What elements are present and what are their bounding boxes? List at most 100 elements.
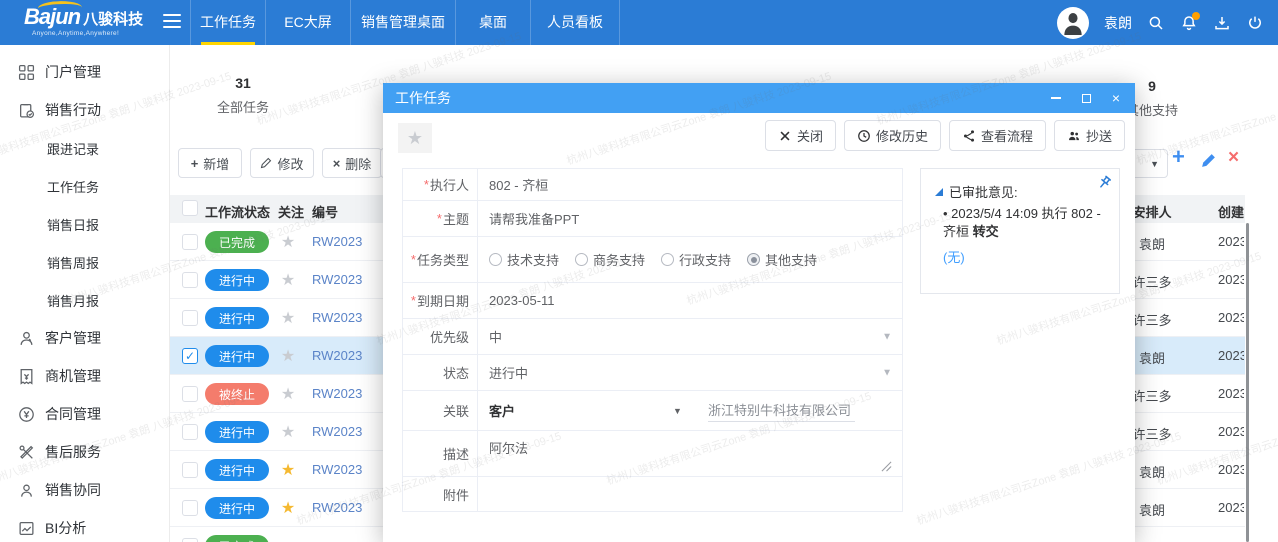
approval-title: 已审批意见: xyxy=(949,182,1018,201)
col-follow[interactable]: 关注 xyxy=(278,202,304,221)
col-created[interactable]: 创建时间 xyxy=(1218,202,1244,221)
nav-tab-5[interactable]: 人员看板 xyxy=(530,0,620,45)
row-checkbox[interactable]: ✓ xyxy=(182,348,198,364)
collapse-triangle-icon[interactable] xyxy=(935,188,943,196)
sidebar-item-3[interactable]: 客户管理 xyxy=(0,319,169,357)
radio-other-support[interactable]: 其他支持 xyxy=(747,250,817,269)
view-flow-button[interactable]: 查看流程 xyxy=(949,120,1046,151)
follow-star-icon[interactable]: ★ xyxy=(276,308,300,328)
quick-edit-icon[interactable] xyxy=(1200,152,1217,174)
maximize-button[interactable] xyxy=(1079,91,1093,105)
modal-titlebar[interactable]: 工作任务 × xyxy=(383,83,1135,113)
sidebar-item-2[interactable]: 销售行动 xyxy=(0,91,169,129)
sidebar-subitem-4[interactable]: 销售周报 xyxy=(0,243,169,281)
task-code-link[interactable]: RW2023 xyxy=(312,272,362,287)
table-scrollbar[interactable] xyxy=(1246,223,1249,542)
download-icon[interactable] xyxy=(1213,14,1231,32)
sidebar-item-5[interactable]: 合同管理 xyxy=(0,395,169,433)
task-code-link[interactable]: RW2023 xyxy=(312,310,362,325)
sidebar-item-7[interactable]: 销售协同 xyxy=(0,471,169,509)
task-code-link[interactable]: RW2023 xyxy=(312,348,362,363)
follow-star-icon[interactable]: ★ xyxy=(276,384,300,404)
resize-handle-icon[interactable] xyxy=(881,461,892,472)
sidebar-item-6[interactable]: 售后服务 xyxy=(0,433,169,471)
brand-name-cn: 八骏科技 xyxy=(83,8,143,29)
sidebar-subitem-1[interactable]: 跟进记录 xyxy=(0,129,169,167)
due-date-field[interactable]: 2023-05-11 xyxy=(478,283,902,318)
executor-field[interactable]: 802 - 齐桓 xyxy=(478,169,902,200)
sidebar-item-8[interactable]: BI分析 xyxy=(0,509,169,542)
follow-star-icon[interactable]: ★ xyxy=(276,498,300,518)
task-code-link[interactable]: RW2023 xyxy=(312,424,362,439)
follow-star-icon[interactable]: ★ xyxy=(276,460,300,480)
sidebar-subitem-2[interactable]: 工作任务 xyxy=(0,167,169,205)
row-checkbox[interactable] xyxy=(182,234,198,250)
nav-tab-4[interactable]: 桌面 xyxy=(455,0,530,45)
quick-add-icon[interactable]: + xyxy=(1172,144,1185,170)
nav-tab-2[interactable]: EC大屏 xyxy=(265,0,350,45)
relation-type-select[interactable]: 客户 xyxy=(489,401,515,420)
status-badge: 进行中 xyxy=(205,307,269,329)
cc-button[interactable]: 抄送 xyxy=(1054,120,1125,151)
username[interactable]: 袁朗 xyxy=(1104,13,1132,33)
task-code-link[interactable]: RW2023 xyxy=(312,462,362,477)
close-window-icon[interactable]: × xyxy=(1109,91,1123,105)
created-cell: 2023- xyxy=(1218,348,1244,363)
task-code-link[interactable]: RW2023 xyxy=(312,234,362,249)
relation-company-input[interactable]: 浙江特别牛科技有限公司 xyxy=(708,400,855,422)
col-code[interactable]: 编号 xyxy=(312,202,338,221)
bell-icon[interactable] xyxy=(1180,14,1198,32)
radio-business-support[interactable]: 商务支持 xyxy=(575,250,645,269)
menu-toggle-icon[interactable] xyxy=(163,14,183,30)
contract-icon xyxy=(18,406,35,423)
delete-button[interactable]: × 删除 xyxy=(322,148,382,178)
modify-button[interactable]: 修改 xyxy=(250,148,314,178)
created-cell: 2023- xyxy=(1218,500,1244,515)
radio-tech-support[interactable]: 技术支持 xyxy=(489,250,559,269)
sidebar-subitem-3[interactable]: 销售日报 xyxy=(0,205,169,243)
sidebar-item-1[interactable]: 门户管理 xyxy=(0,53,169,91)
history-button[interactable]: 修改历史 xyxy=(844,120,941,151)
select-all-checkbox[interactable] xyxy=(182,200,198,216)
power-icon[interactable] xyxy=(1246,14,1264,32)
row-checkbox[interactable] xyxy=(182,424,198,440)
row-checkbox[interactable] xyxy=(182,462,198,478)
task-code-link[interactable]: RW2023 xyxy=(312,500,362,515)
follow-star-icon[interactable]: ★ xyxy=(276,346,300,366)
col-workflow-status[interactable]: 工作流状态 xyxy=(205,202,270,221)
row-checkbox[interactable] xyxy=(182,386,198,402)
stat-label: 全部任务 xyxy=(215,97,271,116)
stat-all-tasks[interactable]: 31 全部任务 xyxy=(215,75,271,116)
subject-field[interactable]: 请帮我准备PPT xyxy=(478,201,902,236)
favorite-star-icon[interactable]: ★ xyxy=(398,123,432,153)
approval-panel: 已审批意见: 2023/5/4 14:09 执行 802 - 齐桓 转交 (无) xyxy=(920,168,1120,294)
follow-star-icon[interactable]: ★ xyxy=(276,422,300,442)
quick-delete-icon[interactable]: × xyxy=(1228,147,1239,169)
modal-title: 工作任务 xyxy=(395,88,1049,108)
description-textarea[interactable]: 阿尔法 xyxy=(478,431,902,476)
task-code-link[interactable]: RW2023 xyxy=(312,386,362,401)
pin-icon[interactable] xyxy=(1097,175,1112,190)
row-checkbox[interactable] xyxy=(182,538,198,542)
add-button[interactable]: + 新增 xyxy=(178,148,242,178)
approval-empty-note[interactable]: (无) xyxy=(943,247,965,266)
priority-select[interactable]: 中▼ xyxy=(478,319,902,354)
follow-star-icon[interactable]: ★ xyxy=(276,232,300,252)
avatar[interactable] xyxy=(1057,7,1089,39)
nav-tab-1[interactable]: 工作任务 xyxy=(190,0,265,45)
radio-admin-support[interactable]: 行政支持 xyxy=(661,250,731,269)
sidebar-item-4[interactable]: 商机管理 xyxy=(0,357,169,395)
attachment-field[interactable] xyxy=(478,477,902,511)
minimize-button[interactable] xyxy=(1049,91,1063,105)
close-button[interactable]: 关闭 xyxy=(765,120,836,151)
follow-star-icon[interactable]: ★ xyxy=(276,270,300,290)
sidebar-subitem-5[interactable]: 销售月报 xyxy=(0,281,169,319)
status-select[interactable]: 进行中▼ xyxy=(478,355,902,390)
row-checkbox[interactable] xyxy=(182,500,198,516)
row-checkbox[interactable] xyxy=(182,310,198,326)
search-icon[interactable] xyxy=(1147,14,1165,32)
chevron-down-icon: ▼ xyxy=(882,331,892,342)
chevron-down-icon[interactable]: ▼ xyxy=(673,406,682,416)
nav-tab-3[interactable]: 销售管理桌面 xyxy=(350,0,455,45)
row-checkbox[interactable] xyxy=(182,272,198,288)
